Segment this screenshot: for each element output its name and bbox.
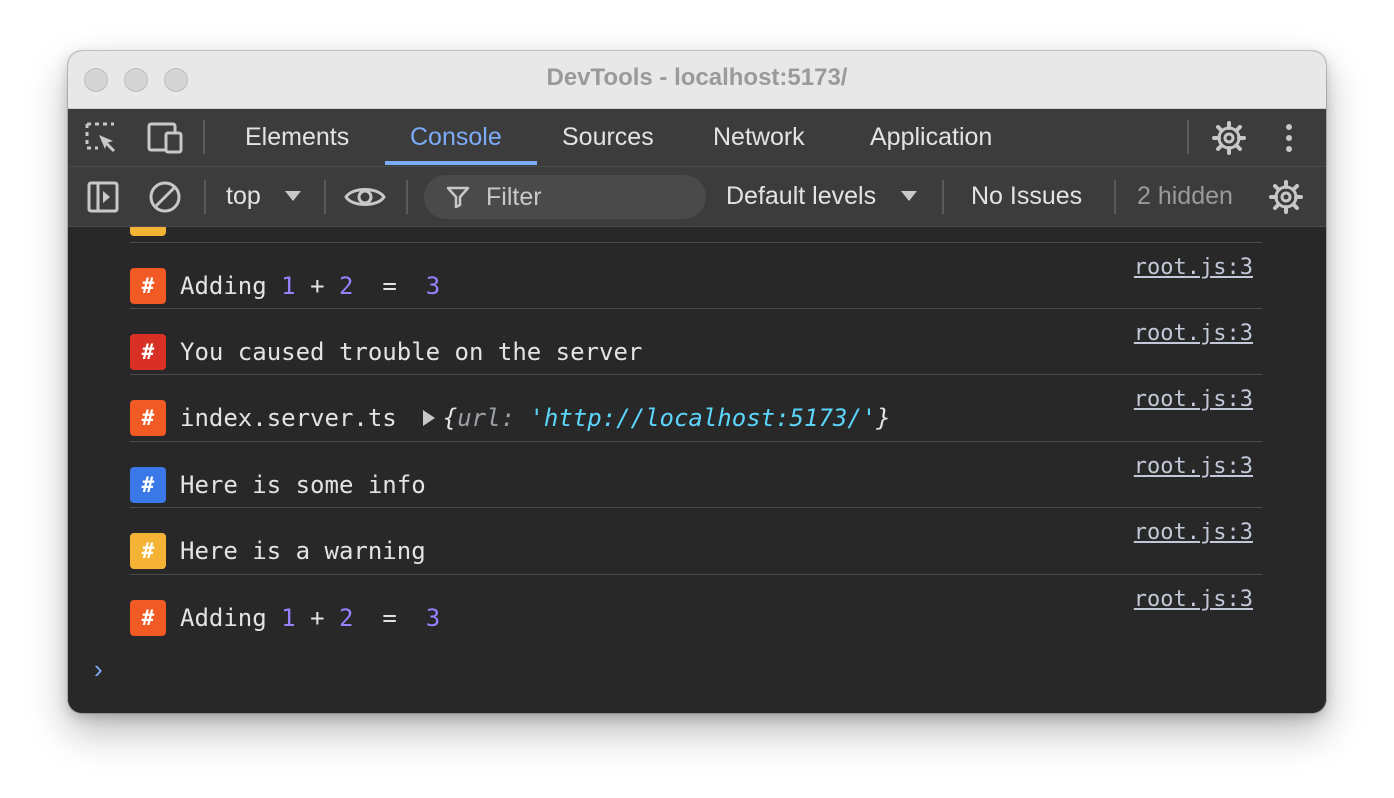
console-settings-gear-icon[interactable] bbox=[1268, 179, 1304, 215]
divider bbox=[203, 120, 205, 154]
message-text: Adding 1 + 2 = 3 bbox=[180, 604, 441, 632]
active-tab-indicator bbox=[385, 161, 537, 165]
console-message-row[interactable]: # Adding 1 + 2 = 3 root.js:3 bbox=[130, 574, 1262, 641]
console-message-row[interactable]: # index.server.ts {url: 'http://localhost… bbox=[130, 374, 1262, 441]
message-text: index.server.ts {url: 'http://localhost:5… bbox=[180, 404, 891, 432]
filter-funnel-icon bbox=[446, 186, 470, 209]
filter-placeholder: Filter bbox=[486, 183, 542, 211]
chevron-down-icon[interactable] bbox=[284, 190, 302, 202]
source-link[interactable]: root.js:3 bbox=[1134, 454, 1253, 479]
message-badge: # bbox=[130, 467, 166, 503]
source-link[interactable]: root.js:3 bbox=[1134, 520, 1253, 545]
tab-elements[interactable]: Elements bbox=[245, 109, 349, 166]
source-link[interactable]: root.js:3 bbox=[1134, 255, 1253, 280]
clear-console-icon[interactable] bbox=[147, 179, 183, 215]
context-selector[interactable]: top bbox=[226, 167, 261, 226]
issues-button[interactable]: No Issues bbox=[971, 167, 1082, 226]
window-title: DevTools - localhost:5173/ bbox=[546, 64, 848, 91]
tab-sources[interactable]: Sources bbox=[562, 109, 654, 166]
tab-application[interactable]: Application bbox=[870, 109, 992, 166]
message-badge: # bbox=[130, 400, 166, 436]
console-prompt-input[interactable]: › bbox=[94, 654, 103, 685]
log-levels-dropdown[interactable]: Default levels bbox=[726, 167, 876, 226]
console-message-row[interactable]: # Here is some info root.js:3 bbox=[130, 441, 1262, 508]
panel-tab-bar: Elements Console Sources Network Applica… bbox=[68, 109, 1326, 167]
divider bbox=[1114, 180, 1116, 214]
divider bbox=[942, 180, 944, 214]
more-options-icon[interactable] bbox=[1282, 122, 1296, 154]
tab-network[interactable]: Network bbox=[713, 109, 805, 166]
hidden-count: 2 hidden bbox=[1137, 182, 1233, 210]
divider bbox=[1187, 120, 1189, 154]
settings-gear-icon[interactable] bbox=[1211, 120, 1247, 156]
divider bbox=[406, 180, 408, 214]
console-message-row[interactable]: # You caused trouble on the server root.… bbox=[130, 308, 1262, 375]
message-badge: # bbox=[130, 268, 166, 304]
source-link[interactable]: root.js:3 bbox=[1134, 387, 1253, 412]
show-sidebar-icon[interactable] bbox=[86, 180, 120, 214]
console-output: # Adding 1 + 2 = 3 root.js:3 # You cause… bbox=[68, 227, 1326, 713]
device-toolbar-icon[interactable] bbox=[146, 121, 184, 155]
expand-object-triangle-icon[interactable] bbox=[422, 410, 435, 426]
message-text: Here is some info bbox=[180, 471, 426, 499]
message-text: Here is a warning bbox=[180, 537, 426, 565]
filter-input[interactable]: Filter bbox=[424, 175, 706, 219]
console-message-row[interactable]: # Here is a warning root.js:3 bbox=[130, 507, 1262, 574]
source-link[interactable]: root.js:3 bbox=[1134, 321, 1253, 346]
tab-console[interactable]: Console bbox=[410, 109, 502, 166]
inspect-element-icon[interactable] bbox=[84, 121, 120, 155]
title-bar: DevTools - localhost:5173/ bbox=[68, 51, 1326, 109]
console-message-row[interactable]: # Adding 1 + 2 = 3 root.js:3 bbox=[130, 242, 1262, 309]
live-expression-eye-icon[interactable] bbox=[344, 183, 386, 211]
message-badge: # bbox=[130, 334, 166, 370]
console-toolbar: top Filter Default levels No Issues 2 hi… bbox=[68, 167, 1326, 227]
message-text: Adding 1 + 2 = 3 bbox=[180, 272, 441, 300]
devtools-window: DevTools - localhost:5173/ Elements Cons… bbox=[68, 51, 1326, 713]
message-badge: # bbox=[130, 600, 166, 636]
scrolled-warning-badge bbox=[130, 227, 166, 236]
source-link[interactable]: root.js:3 bbox=[1134, 587, 1253, 612]
chevron-down-icon[interactable] bbox=[900, 190, 918, 202]
divider bbox=[324, 180, 326, 214]
divider bbox=[204, 180, 206, 214]
message-text: You caused trouble on the server bbox=[180, 338, 643, 366]
message-badge: # bbox=[130, 533, 166, 569]
